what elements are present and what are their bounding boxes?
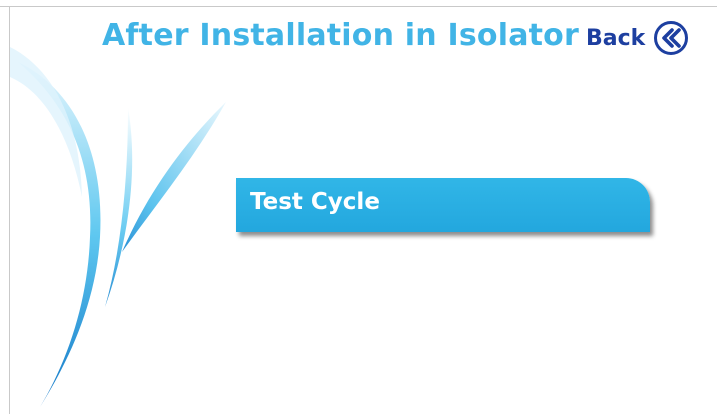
page-title: After Installation in Isolator <box>102 18 579 53</box>
test-cycle-button[interactable]: Test Cycle <box>236 178 650 232</box>
swoosh-blade-middle <box>105 107 133 307</box>
back-label: Back <box>586 25 646 51</box>
double-chevron-left-icon <box>654 21 689 55</box>
decorative-swoosh-graphic <box>10 47 226 407</box>
screen: After Installation in Isolator Back Test… <box>0 0 717 414</box>
back-button[interactable]: Back <box>586 20 689 56</box>
test-cycle-label: Test Cycle <box>250 189 380 215</box>
swoosh-blade-right <box>122 102 226 252</box>
